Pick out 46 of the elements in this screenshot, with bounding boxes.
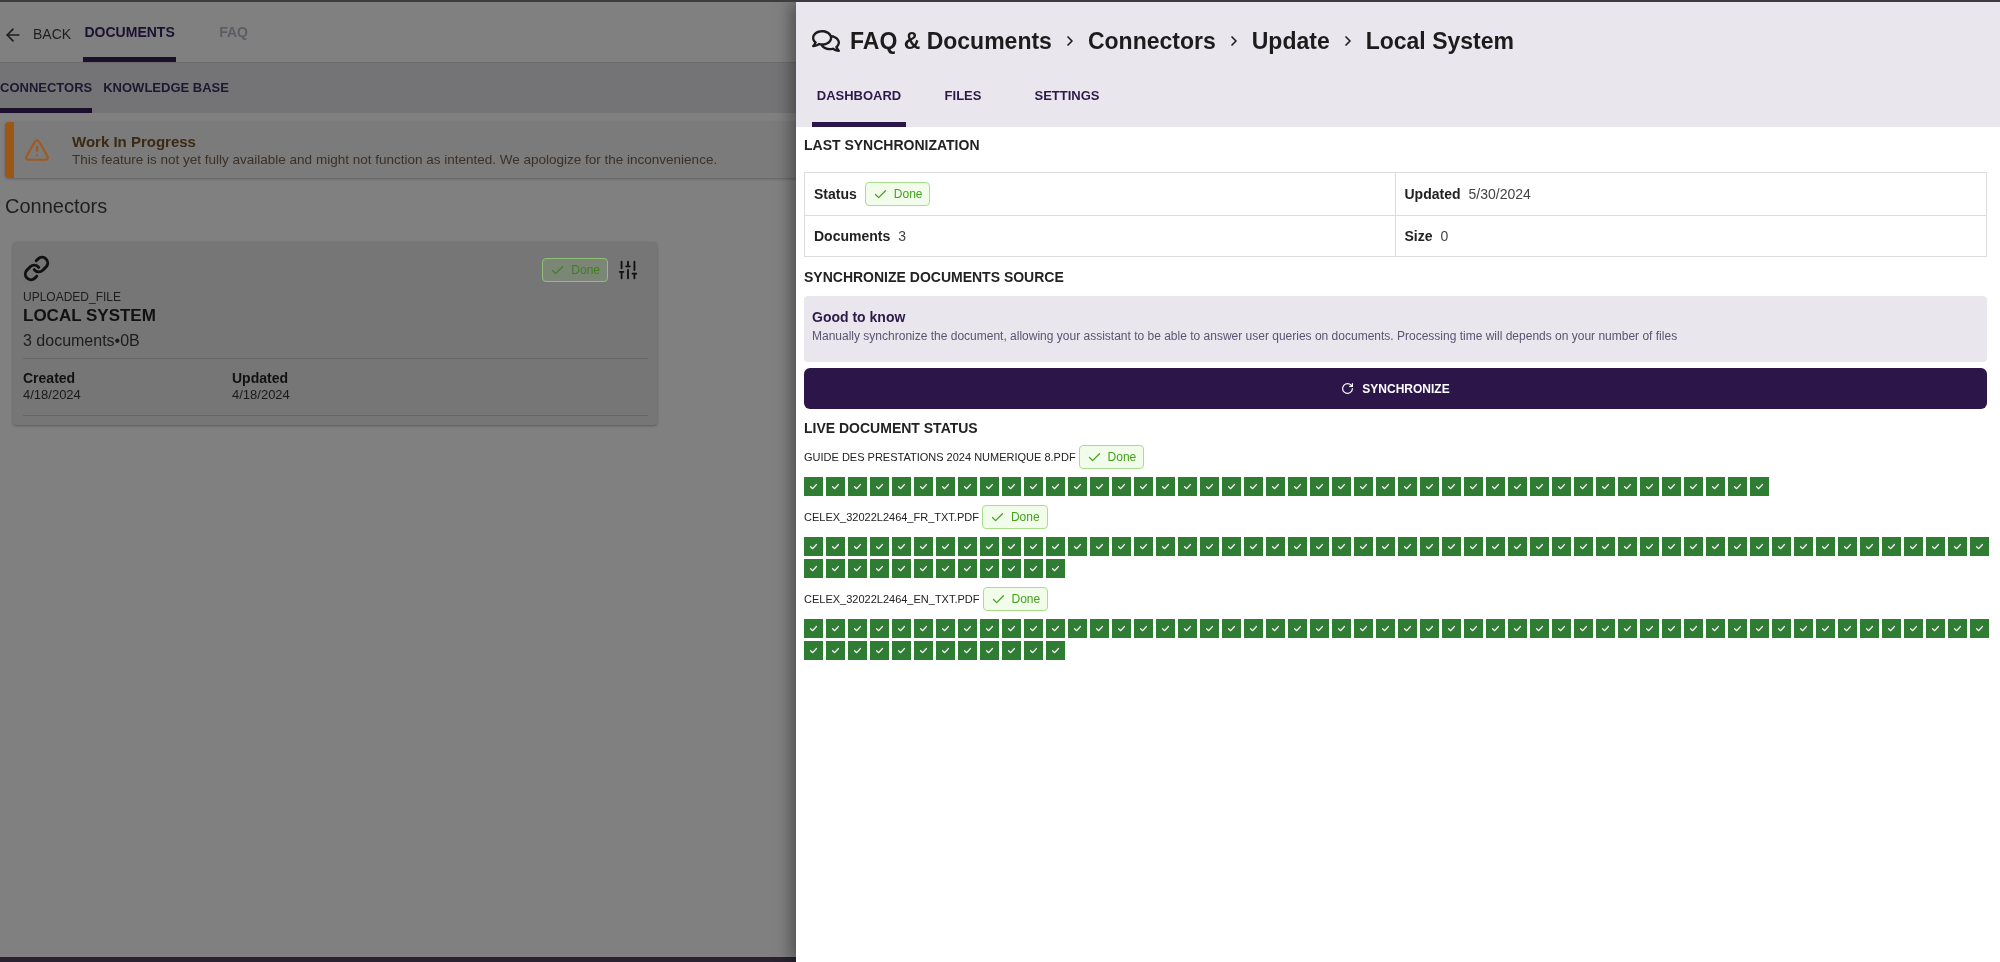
- cell-label: Status: [814, 186, 857, 202]
- breadcrumb-link[interactable]: Update: [1251, 27, 1330, 55]
- section-title: LAST SYNCHRONIZATION: [804, 137, 981, 153]
- document-name: CELEX_32022L2464_EN_TXT.PDF: [804, 592, 980, 606]
- breadcrumb-current: Local System: [1365, 27, 1514, 55]
- status-label: Done: [571, 263, 600, 277]
- status-label: Done: [1010, 510, 1040, 524]
- cell-value: 0: [1440, 228, 1449, 244]
- breadcrumb-link[interactable]: FAQ & Documents: [850, 27, 1052, 55]
- document-name: CELEX_32022L2464_FR_TXT.PDF: [804, 510, 979, 524]
- status-label: Done: [893, 187, 923, 201]
- cell-label: Size: [1404, 228, 1433, 244]
- sliders-icon[interactable]: [617, 259, 639, 281]
- panel-tab[interactable]: DASHBOARD: [812, 80, 906, 127]
- warning-icon: [24, 137, 50, 163]
- cell-label: Documents: [814, 228, 891, 244]
- sub-tab[interactable]: KNOWLEDGE BASE: [103, 63, 229, 113]
- connector-name: LOCAL SYSTEM: [23, 306, 157, 326]
- section-title: SYNCHRONIZE DOCUMENTS SOURCE: [804, 269, 1065, 285]
- field-label: Updated: [232, 370, 289, 386]
- info-title: Good to know: [812, 309, 907, 325]
- alert-message: This feature is not yet fully available and might not function as intented. We apologize for the inconvenience.: [72, 151, 718, 168]
- cell-label: Updated: [1404, 186, 1461, 202]
- status-label: Done: [1107, 450, 1137, 464]
- panel-tab[interactable]: FILES: [916, 80, 1010, 127]
- back-button[interactable]: BACK: [3, 2, 72, 62]
- field-label: Created: [23, 370, 77, 386]
- cell-value: 5/30/2024: [1468, 186, 1531, 202]
- field-value: 4/18/2024: [23, 387, 82, 402]
- field-value: 4/18/2024: [232, 387, 291, 402]
- synchronize-button[interactable]: SYNCHRONIZE: [804, 368, 1987, 409]
- connector-type: UPLOADED_FILE: [23, 290, 123, 304]
- section-heading: Connectors: [5, 194, 109, 218]
- connector-summary: 3 documents•0B: [23, 332, 141, 350]
- sub-tab[interactable]: CONNECTORS: [0, 63, 93, 113]
- cell-value: 3: [898, 228, 907, 244]
- panel-tab[interactable]: SETTINGS: [1020, 80, 1114, 127]
- document-name: GUIDE DES PRESTATIONS 2024 NUMERIQUE 8.PDF: [804, 450, 1076, 464]
- chat-bubbles-icon: [812, 27, 840, 55]
- info-text: Manually synchronize the document, allowing your assistant to be able to answer user queries on documents. Processing time will depends on your number of files: [812, 329, 1679, 343]
- alert-title: Work In Progress: [72, 132, 197, 151]
- link-icon: [23, 255, 50, 282]
- refresh-icon: [1341, 382, 1355, 395]
- status-label: Done: [1011, 592, 1041, 606]
- breadcrumb-link[interactable]: Connectors: [1087, 27, 1216, 55]
- section-title: LIVE DOCUMENT STATUS: [804, 420, 979, 436]
